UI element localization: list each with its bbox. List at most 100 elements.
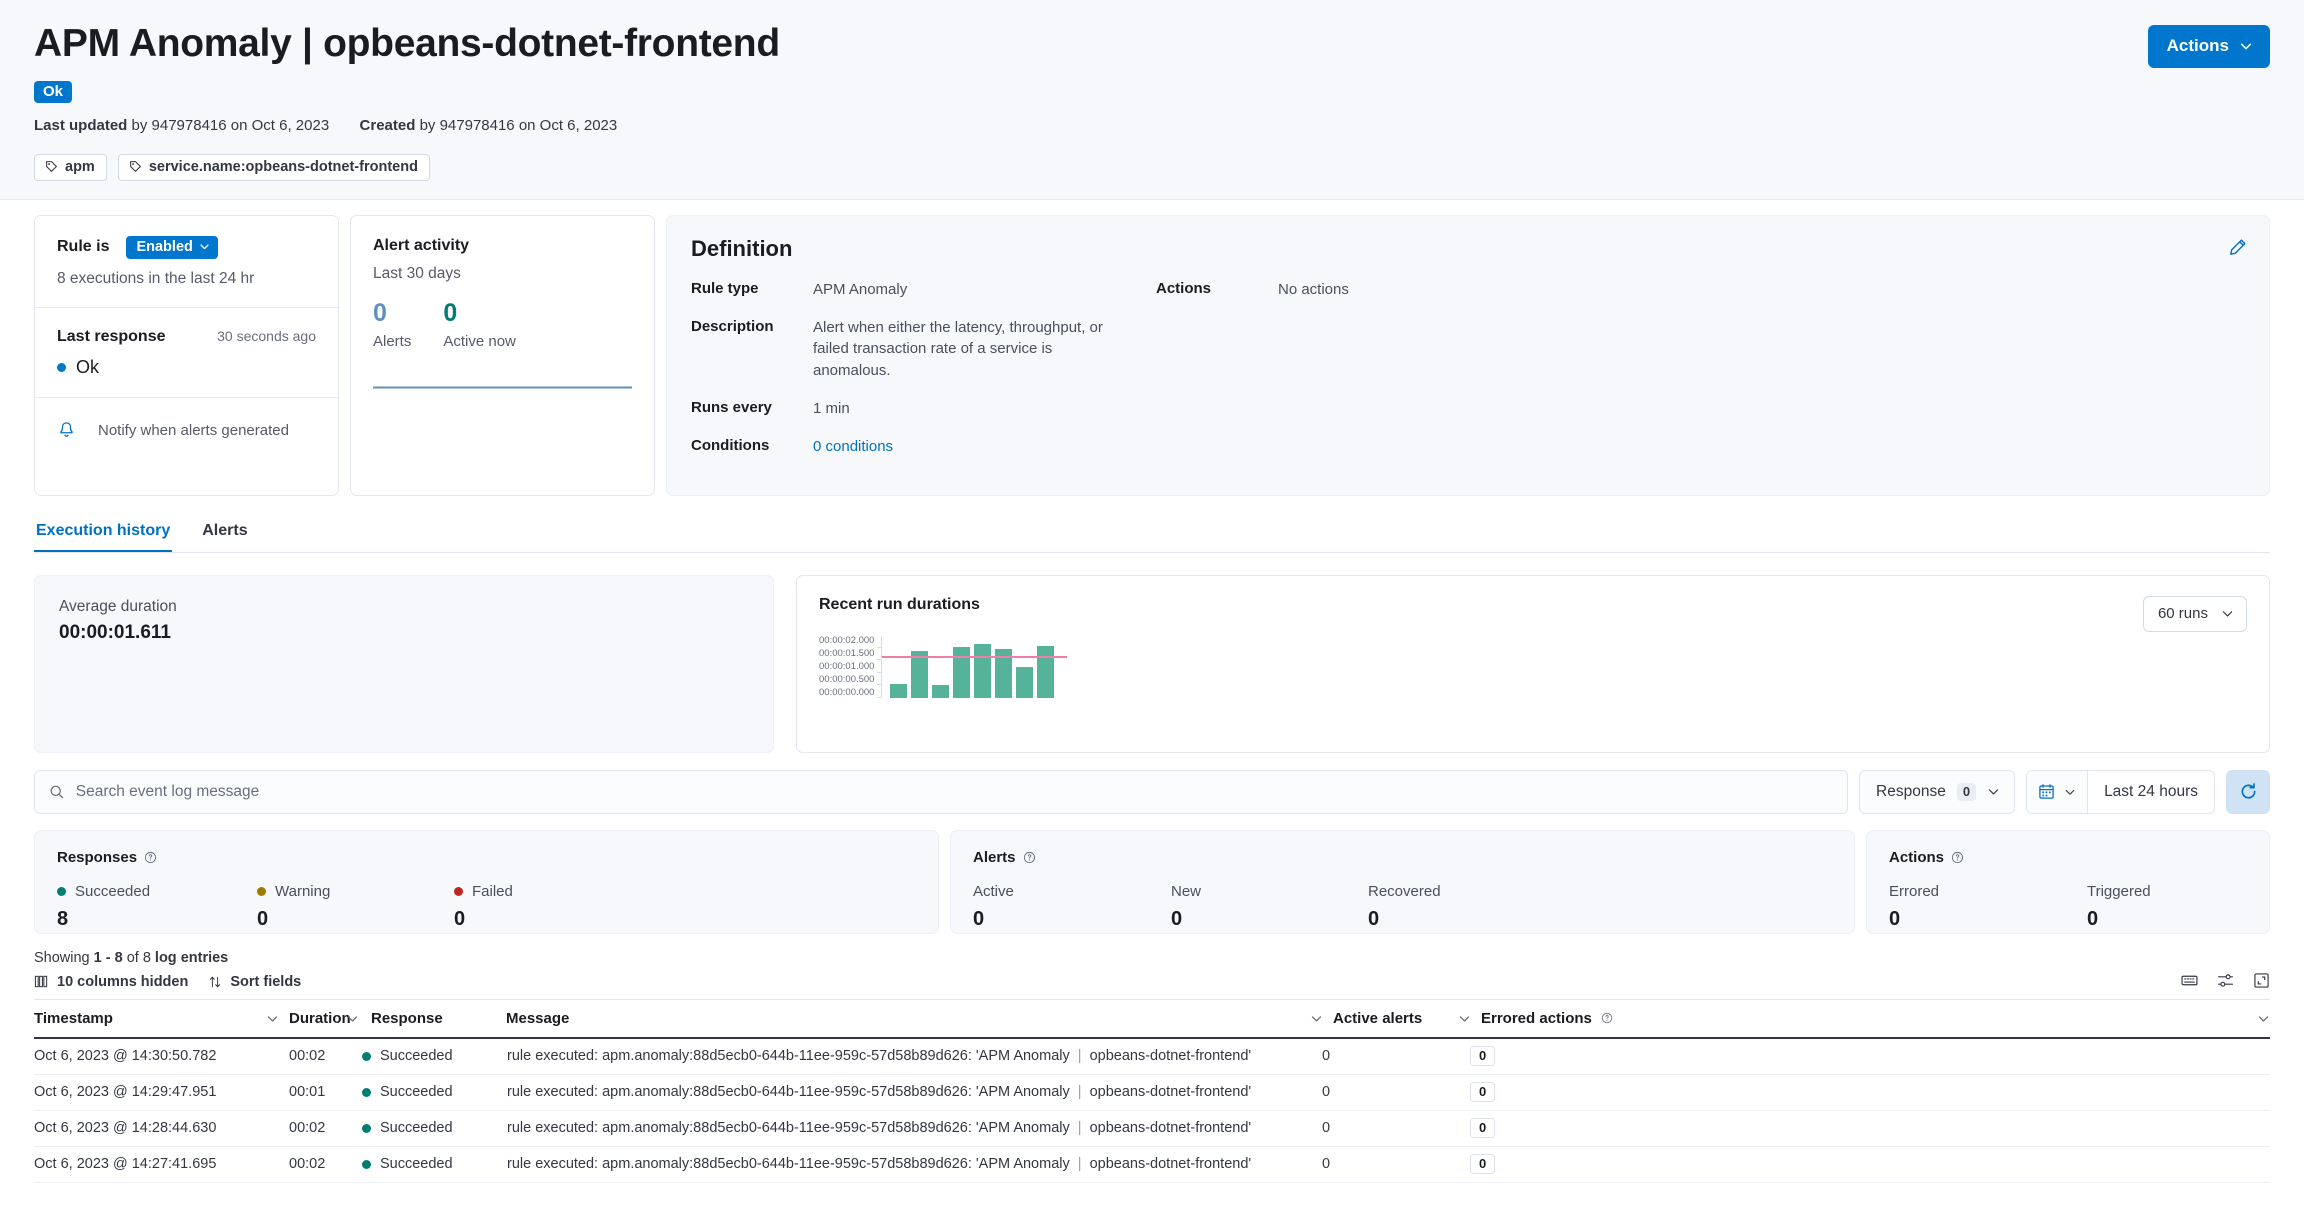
keyboard-shortcuts-icon[interactable] — [2181, 972, 2198, 989]
rule-enabled-section: Rule is Enabled 8 executions in the last… — [35, 216, 338, 307]
rule-enabled-dropdown[interactable]: Enabled — [126, 236, 217, 259]
table-row[interactable]: Oct 6, 2023 @ 14:27:41.69500:02Succeeded… — [34, 1147, 2270, 1183]
execution-log-grid: Timestamp Duration Response Message Acti… — [34, 999, 2270, 1183]
column-header-timestamp[interactable]: Timestamp — [34, 1010, 289, 1027]
calendar-quick-select-button[interactable] — [2027, 771, 2088, 813]
stat-label: Recovered — [1368, 883, 1441, 900]
cell-errored-actions: 0 — [1470, 1082, 2270, 1102]
column-header-response[interactable]: Response — [362, 1010, 507, 1027]
chart-bar[interactable] — [1016, 667, 1033, 698]
actions-button[interactable]: Actions — [2148, 25, 2270, 68]
columns-hidden-button[interactable]: 10 columns hidden — [34, 974, 188, 990]
cell-message: rule executed: apm.anomaly:88d5ecb0-644b… — [507, 1084, 1322, 1100]
chart-bar[interactable] — [974, 644, 991, 697]
errored-actions-chip[interactable]: 0 — [1470, 1046, 1495, 1066]
bell-icon — [57, 421, 76, 440]
table-row[interactable]: Oct 6, 2023 @ 14:28:44.63000:02Succeeded… — [34, 1111, 2270, 1147]
definition-value: 1 min — [813, 398, 850, 419]
chevron-down-icon — [199, 241, 210, 252]
actions-items: Errored 0 Triggered 0 — [1889, 883, 2247, 931]
tag-icon — [129, 160, 142, 173]
column-header-errored-actions[interactable]: Errored actions — [1470, 1010, 2270, 1027]
status-dot-icon — [57, 887, 66, 896]
tag-list: apm service.name:opbeans-dotnet-frontend — [34, 154, 2270, 181]
chart-gridline — [877, 672, 882, 673]
table-row[interactable]: Oct 6, 2023 @ 14:29:47.95100:01Succeeded… — [34, 1075, 2270, 1111]
search-input[interactable] — [76, 783, 1833, 801]
cell-response: Succeeded — [362, 1084, 507, 1100]
chart-bar[interactable] — [953, 647, 970, 698]
tag-service-name[interactable]: service.name:opbeans-dotnet-frontend — [118, 154, 430, 181]
alert-activity-label: Alerts — [373, 333, 411, 350]
average-duration-card: Average duration 00:00:01.611 — [34, 575, 774, 753]
alerts-items: Active 0 New 0 Recovered 0 — [973, 883, 1832, 931]
chart-gridline — [877, 647, 882, 648]
response-filter-dropdown[interactable]: Response 0 — [1859, 770, 2015, 814]
status-dot-icon — [362, 1088, 371, 1097]
message-divider: | — [1074, 1084, 1086, 1100]
chevron-down-icon — [266, 1012, 279, 1025]
status-dot-icon — [257, 887, 266, 896]
last-updated-label: Last updated — [34, 117, 127, 134]
alert-activity-value: 0 — [443, 301, 516, 326]
message-divider: | — [1074, 1120, 1086, 1136]
definition-key: Runs every — [691, 398, 813, 419]
stat-item: Recovered 0 — [1368, 883, 1441, 931]
stat-value: 0 — [973, 908, 1171, 931]
column-header-message[interactable]: Message — [507, 1010, 1322, 1027]
help-icon[interactable] — [1023, 851, 1036, 864]
edit-definition-button[interactable] — [2228, 238, 2247, 262]
cell-response-label: Succeeded — [380, 1048, 453, 1064]
actions-panel-head: Actions — [1889, 849, 2247, 866]
errored-actions-chip[interactable]: 0 — [1470, 1154, 1495, 1174]
chevron-down-icon — [2239, 39, 2253, 53]
rule-details-page: APM Anomaly | opbeans-dotnet-frontend Ok… — [0, 0, 2304, 1218]
chevron-down-icon[interactable] — [2257, 1012, 2270, 1025]
errored-actions-chip[interactable]: 0 — [1470, 1082, 1495, 1102]
runs-count-select[interactable]: 60 runs — [2143, 596, 2247, 632]
chart-bar[interactable] — [1037, 646, 1054, 698]
refresh-button[interactable] — [2226, 770, 2270, 814]
fullscreen-icon[interactable] — [2253, 972, 2270, 989]
cell-duration: 00:02 — [289, 1048, 362, 1064]
chart-bar[interactable] — [932, 685, 949, 698]
cell-active-alerts: 0 — [1322, 1156, 1470, 1172]
stat-label: Warning — [275, 883, 330, 900]
message-part-b: opbeans-dotnet-frontend' — [1086, 1120, 1252, 1136]
cell-response-label: Succeeded — [380, 1120, 453, 1136]
cell-response: Succeeded — [362, 1156, 507, 1172]
column-label: Duration — [289, 1010, 351, 1027]
date-range-value[interactable]: Last 24 hours — [2088, 771, 2214, 813]
cell-active-alerts: 0 — [1322, 1120, 1470, 1136]
conditions-link[interactable]: 0 conditions — [813, 436, 893, 457]
stat-value: 8 — [57, 908, 257, 931]
column-label: Timestamp — [34, 1010, 113, 1027]
alert-activity-label: Active now — [443, 333, 516, 350]
stat-item: Errored 0 — [1889, 883, 2087, 931]
chart-bar[interactable] — [890, 684, 907, 698]
tag-apm[interactable]: apm — [34, 154, 107, 181]
tab-execution-history[interactable]: Execution history — [34, 522, 172, 552]
sort-fields-label: Sort fields — [230, 974, 301, 990]
chevron-down-icon — [2064, 786, 2076, 798]
display-options-icon[interactable] — [2217, 972, 2234, 989]
help-icon[interactable] — [1951, 851, 1964, 864]
cell-response: Succeeded — [362, 1048, 507, 1064]
help-icon[interactable] — [1601, 1012, 1613, 1024]
executions-count: 8 executions in the last 24 hr — [57, 270, 316, 288]
help-icon[interactable] — [144, 851, 157, 864]
stat-value: 0 — [257, 908, 454, 931]
tab-alerts[interactable]: Alerts — [200, 522, 249, 552]
cell-timestamp: Oct 6, 2023 @ 14:28:44.630 — [34, 1120, 289, 1136]
response-filter-count: 0 — [1957, 783, 1976, 801]
responses-items: Succeeded 8 Warning 0 Failed 0 — [57, 883, 916, 931]
errored-actions-chip[interactable]: 0 — [1470, 1118, 1495, 1138]
stat-value: 0 — [1889, 908, 2087, 931]
sort-fields-button[interactable]: Sort fields — [208, 974, 301, 990]
cell-errored-actions: 0 — [1470, 1118, 2270, 1138]
table-row[interactable]: Oct 6, 2023 @ 14:30:50.78200:02Succeeded… — [34, 1039, 2270, 1075]
search-event-log-box[interactable] — [34, 770, 1848, 814]
stat-label: Active — [973, 883, 1014, 900]
message-part-a: rule executed: apm.anomaly:88d5ecb0-644b… — [507, 1120, 1074, 1136]
column-header-active-alerts[interactable]: Active alerts — [1322, 1010, 1470, 1027]
